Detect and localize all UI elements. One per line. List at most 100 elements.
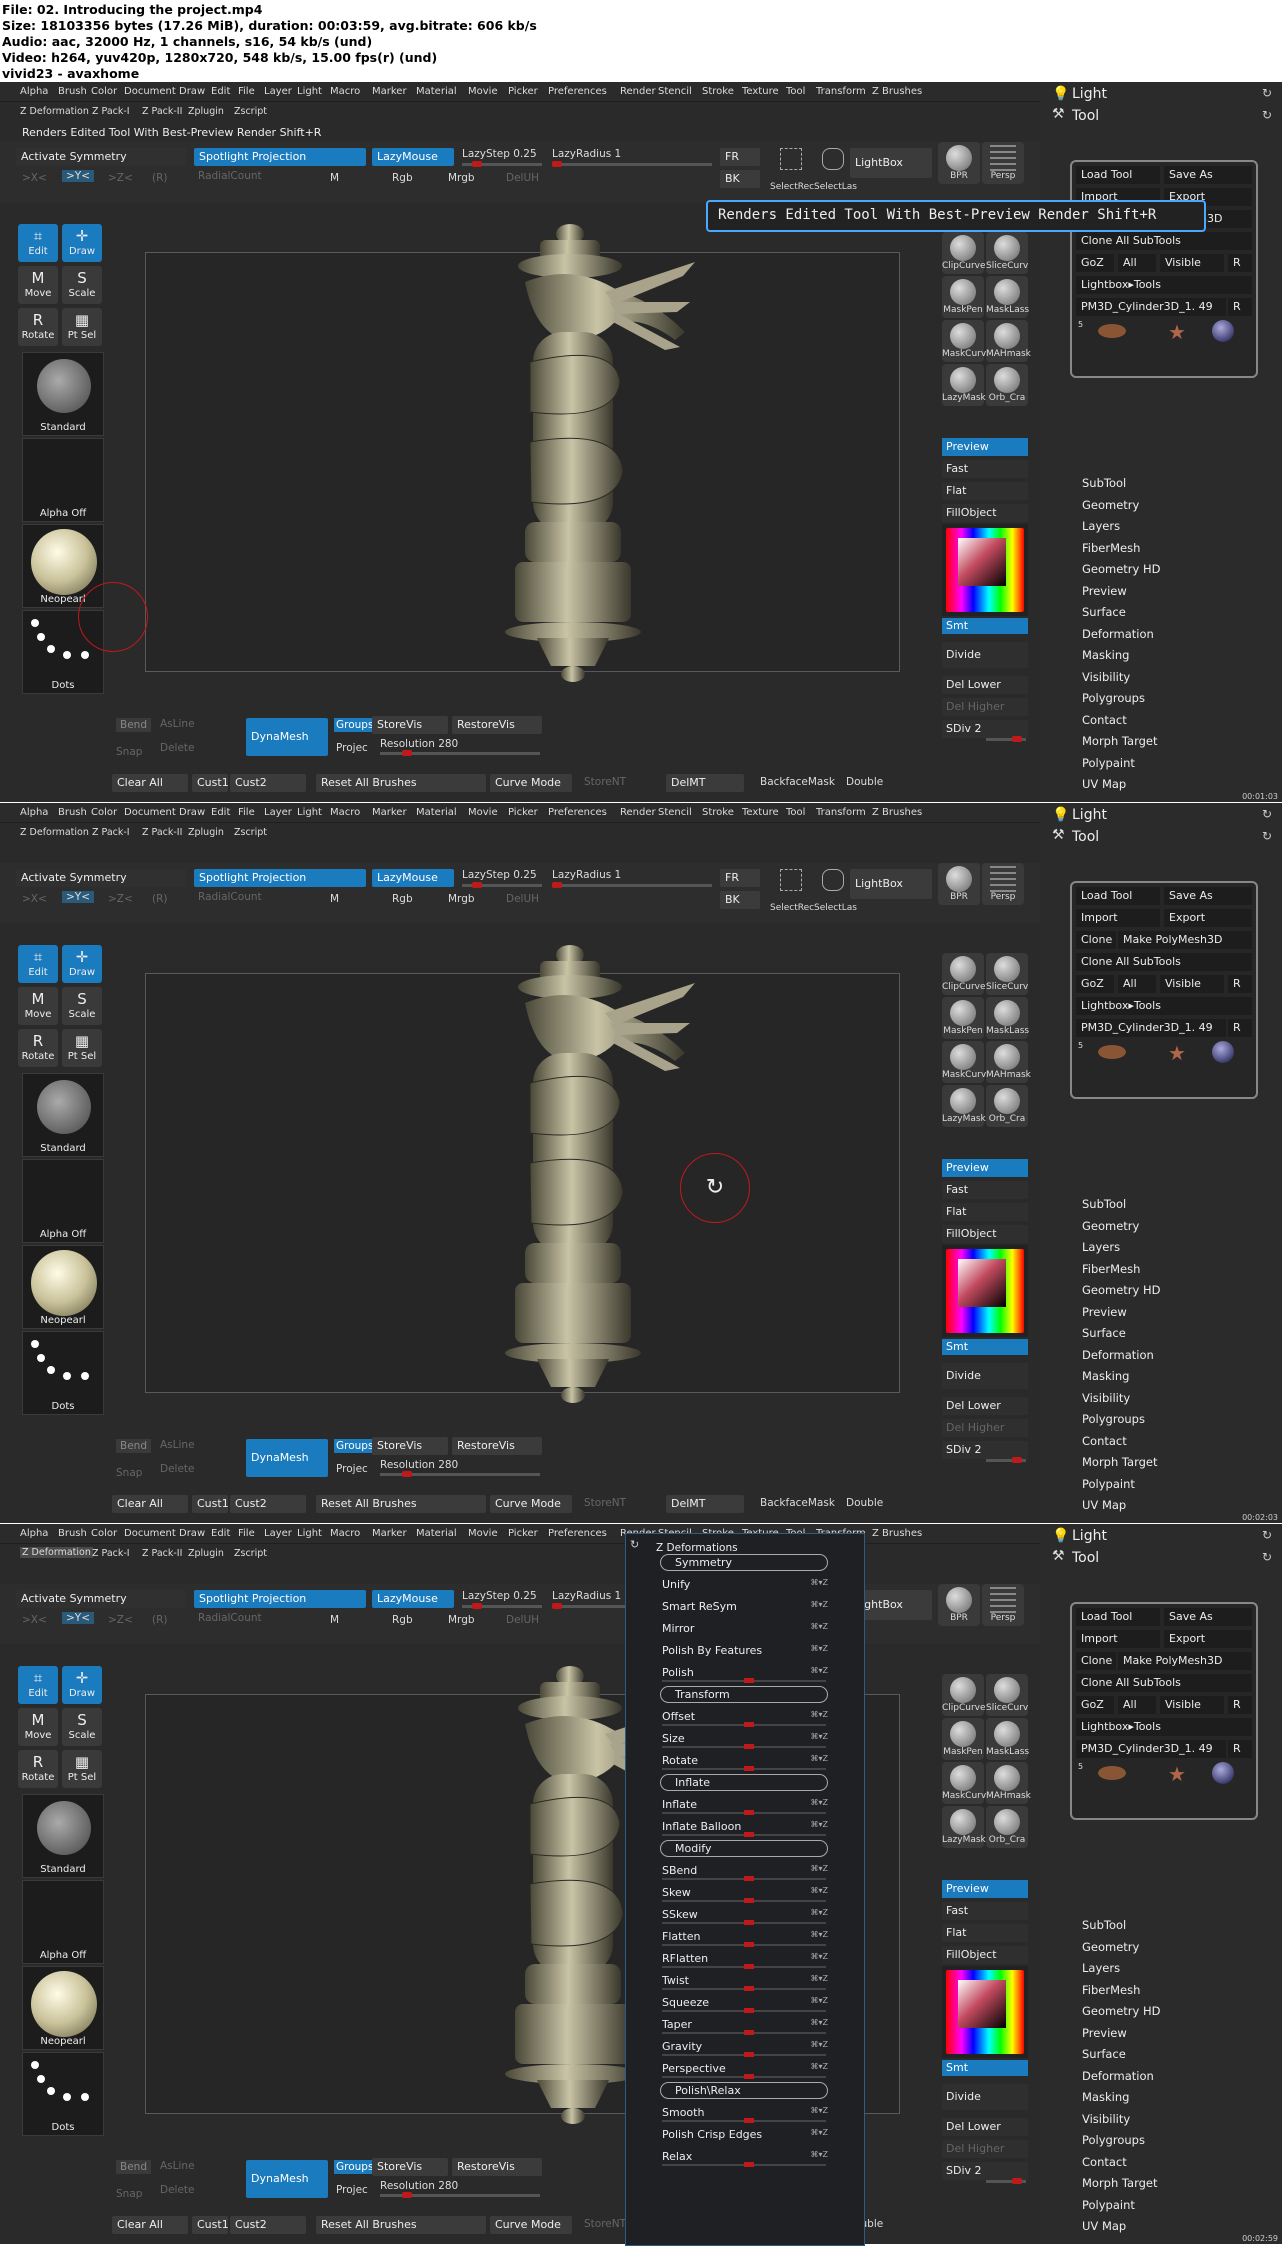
- scale-button[interactable]: S Scale: [62, 987, 102, 1025]
- menu-file[interactable]: File: [238, 807, 255, 818]
- storevis-button[interactable]: StoreVis: [372, 1437, 448, 1455]
- tool-palette-title[interactable]: Tool: [1072, 829, 1099, 845]
- clone-all-subtools-button[interactable]: Clone All SubTools: [1076, 232, 1252, 250]
- section-polypaint[interactable]: Polypaint: [1082, 756, 1135, 770]
- axis-toggle-icon[interactable]: ⌘▾Z: [811, 1930, 829, 1939]
- lazystep-slider[interactable]: LazyStep 0.25: [462, 148, 537, 160]
- delete-button[interactable]: Delete: [160, 742, 195, 754]
- fillobject-button[interactable]: FillObject: [942, 1946, 1028, 1964]
- scale-button[interactable]: S Scale: [62, 266, 102, 304]
- flat-button[interactable]: Flat: [942, 1924, 1028, 1942]
- lazymouse-button[interactable]: LazyMouse: [372, 148, 454, 166]
- menu-macro[interactable]: Macro: [330, 1528, 360, 1539]
- menu-marker[interactable]: Marker: [372, 86, 407, 97]
- menu-preferences[interactable]: Preferences: [548, 807, 607, 818]
- ptsel-button[interactable]: ▦ Pt Sel: [62, 308, 102, 346]
- section-uv-map[interactable]: UV Map: [1082, 2219, 1126, 2233]
- menu-preferences[interactable]: Preferences: [548, 86, 607, 97]
- bend-button[interactable]: Bend: [116, 1439, 151, 1453]
- menu-file[interactable]: File: [238, 1528, 255, 1539]
- menu-tool[interactable]: Tool: [786, 807, 805, 818]
- restorevis-button[interactable]: RestoreVis: [452, 2158, 542, 2176]
- section-subtool[interactable]: SubTool: [1082, 1197, 1126, 1211]
- brush-orbcrack[interactable]: Orb_Cra: [986, 364, 1028, 406]
- menu-light[interactable]: Light: [297, 1528, 322, 1539]
- section-morph-target[interactable]: Morph Target: [1082, 1455, 1158, 1469]
- color-picker[interactable]: [942, 524, 1028, 616]
- section-subtool[interactable]: SubTool: [1082, 476, 1126, 490]
- section-geometry-hd[interactable]: Geometry HD: [1082, 562, 1161, 576]
- lightbox-tools-button[interactable]: Lightbox▸Tools: [1076, 997, 1252, 1015]
- menu-material[interactable]: Material: [416, 1528, 457, 1539]
- menu-light[interactable]: Light: [297, 86, 322, 97]
- deluh-button[interactable]: DelUH: [506, 1614, 539, 1626]
- divide-button[interactable]: Divide: [942, 2084, 1028, 2110]
- section-preview[interactable]: Preview: [1082, 2026, 1127, 2040]
- zdeform-polish-by-features[interactable]: Polish By Features ⌘▾Z: [656, 1642, 832, 1660]
- cust1-button[interactable]: Cust1: [192, 2216, 228, 2234]
- cust2-button[interactable]: Cust2: [230, 1495, 306, 1513]
- menu-layer[interactable]: Layer: [264, 86, 292, 97]
- preview-button[interactable]: Preview: [942, 1880, 1028, 1898]
- asline-button[interactable]: AsLine: [160, 2160, 195, 2172]
- color-picker[interactable]: [942, 1245, 1028, 1337]
- storent-button[interactable]: StoreNT: [584, 1497, 626, 1509]
- edit-button[interactable]: ⌗ Edit: [18, 1666, 58, 1704]
- r-button[interactable]: R: [1228, 975, 1252, 993]
- spotlight-projection-button[interactable]: Spotlight Projection: [194, 869, 366, 887]
- menu-macro[interactable]: Macro: [330, 86, 360, 97]
- resolution-slider[interactable]: Resolution 280: [380, 1459, 458, 1471]
- zdeform-group-transform[interactable]: Transform: [660, 1686, 828, 1703]
- mrgb-button[interactable]: Mrgb: [448, 1614, 475, 1626]
- ptsel-button[interactable]: ▦ Pt Sel: [62, 1029, 102, 1067]
- del-higher-button[interactable]: Del Higher: [942, 698, 1028, 716]
- menu-brush[interactable]: Brush: [58, 86, 87, 97]
- lazyradius-track[interactable]: [552, 161, 712, 167]
- axis-toggle-icon[interactable]: ⌘▾Z: [811, 1600, 829, 1609]
- alphabrush-thumb[interactable]: [1212, 1041, 1234, 1063]
- submenu-zplugin[interactable]: Zplugin: [188, 106, 224, 117]
- radialcount-slider[interactable]: RadialCount: [198, 1612, 262, 1624]
- snap-button[interactable]: Snap: [116, 746, 142, 758]
- bpr-button[interactable]: BPR: [938, 863, 980, 905]
- menu-transform[interactable]: Transform: [816, 807, 866, 818]
- m-button[interactable]: M: [330, 893, 339, 905]
- submenu-z-pack-i[interactable]: Z Pack-I: [92, 106, 130, 117]
- section-surface[interactable]: Surface: [1082, 1326, 1126, 1340]
- reset-brushes-button[interactable]: Reset All Brushes: [316, 774, 486, 792]
- zdeform-inflate-balloon[interactable]: Inflate Balloon ⌘▾Z: [656, 1818, 832, 1837]
- del-lower-button[interactable]: Del Lower: [942, 2118, 1028, 2136]
- section-geometry[interactable]: Geometry: [1082, 1219, 1139, 1233]
- menu-edit[interactable]: Edit: [211, 1528, 230, 1539]
- brush-maskpen[interactable]: MaskPen: [942, 997, 984, 1039]
- brush-clipcurve[interactable]: ClipCurve: [942, 232, 986, 274]
- divide-button[interactable]: Divide: [942, 642, 1028, 668]
- zdeform-group-polish[interactable]: Polish\Relax: [660, 2082, 828, 2099]
- polymesh-star-thumb[interactable]: ★: [1168, 1764, 1186, 1784]
- zdeform-group-symmetry[interactable]: Symmetry: [660, 1554, 828, 1571]
- section-geometry[interactable]: Geometry: [1082, 1940, 1139, 1954]
- alphabrush-thumb[interactable]: [1212, 1762, 1234, 1784]
- delete-button[interactable]: Delete: [160, 2184, 195, 2196]
- reset-brushes-button[interactable]: Reset All Brushes: [316, 1495, 486, 1513]
- lazymouse-button[interactable]: LazyMouse: [372, 1590, 454, 1608]
- brush-slicecurve[interactable]: SliceCurv: [986, 1674, 1028, 1716]
- goz-button[interactable]: GoZ: [1076, 1696, 1114, 1714]
- tool-palette-title[interactable]: Tool: [1072, 1550, 1099, 1566]
- submenu-z-deformation[interactable]: Z Deformation: [20, 1547, 93, 1558]
- section-masking[interactable]: Masking: [1082, 1369, 1129, 1383]
- section-layers[interactable]: Layers: [1082, 1961, 1120, 1975]
- lazyradius-track[interactable]: [552, 882, 712, 888]
- y-symmetry[interactable]: >Y<: [62, 170, 95, 182]
- r-button[interactable]: R: [1228, 254, 1252, 272]
- section-surface[interactable]: Surface: [1082, 2047, 1126, 2061]
- cust2-button[interactable]: Cust2: [230, 774, 306, 792]
- dynamesh-button[interactable]: DynaMesh: [246, 1439, 328, 1477]
- refresh-light-icon[interactable]: ↻: [1262, 807, 1272, 821]
- reset-brushes-button[interactable]: Reset All Brushes: [316, 2216, 486, 2234]
- axis-toggle-icon[interactable]: ⌘▾Z: [811, 1666, 829, 1675]
- cylinder-thumb[interactable]: [1098, 1045, 1126, 1059]
- axis-toggle-icon[interactable]: ⌘▾Z: [811, 1952, 829, 1961]
- axis-toggle-icon[interactable]: ⌘▾Z: [811, 1864, 829, 1873]
- axis-toggle-icon[interactable]: ⌘▾Z: [811, 2018, 829, 2027]
